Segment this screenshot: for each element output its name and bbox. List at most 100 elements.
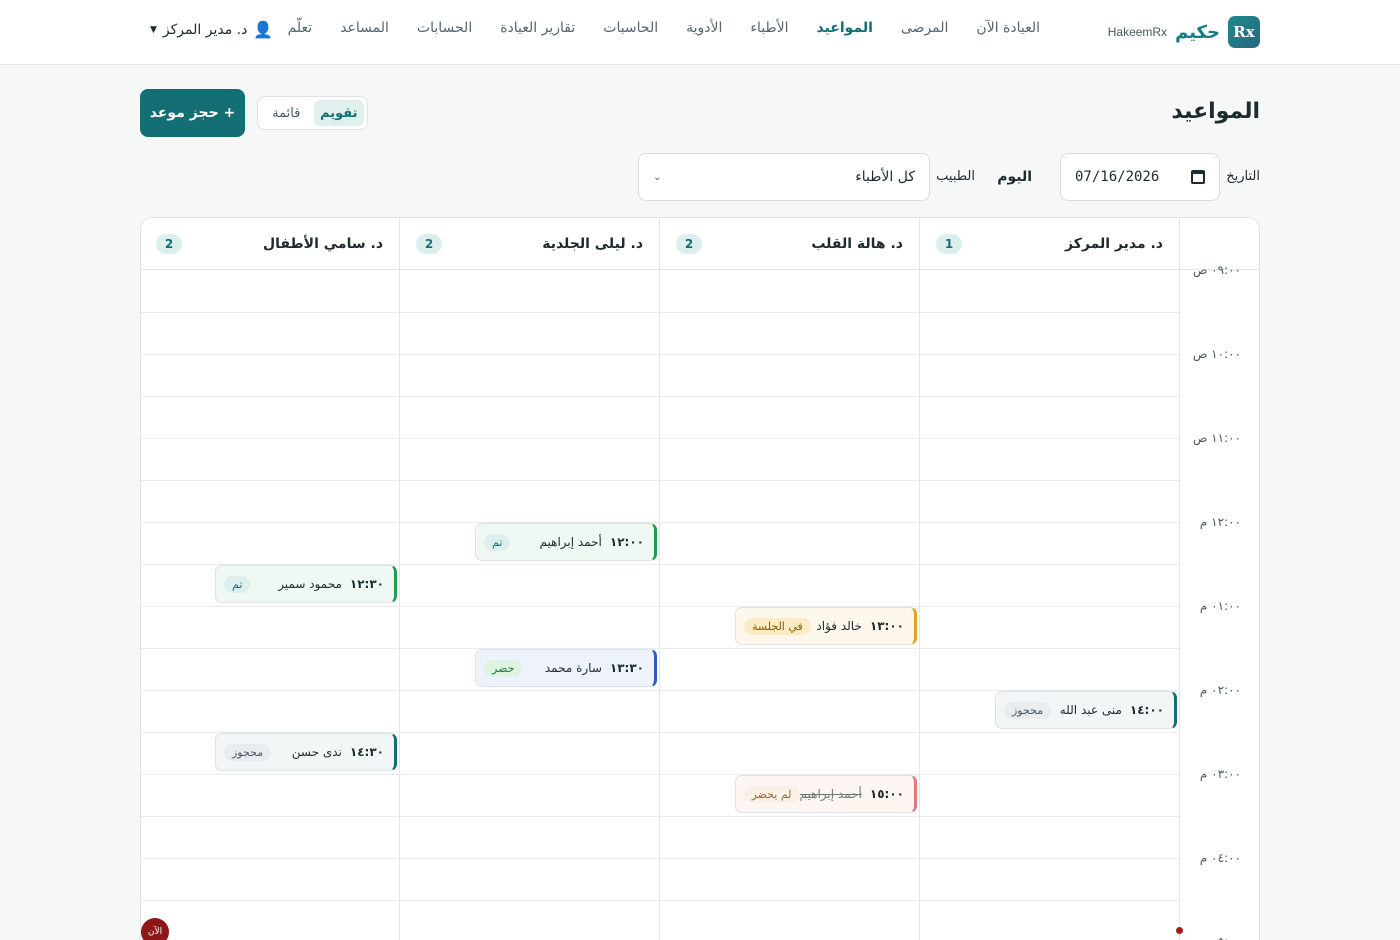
doctor-name: د. مدير المركز xyxy=(1065,235,1163,252)
appointment-time: ١٢:٣٠ xyxy=(349,577,384,591)
status-badge: لم يحضر xyxy=(743,785,800,803)
patient-name: أحمد إبراهيم xyxy=(539,535,602,549)
doctor-column-body[interactable] xyxy=(141,270,399,940)
appointment-card[interactable]: ١٢:٠٠ أحمد إبراهيم تم xyxy=(475,523,657,561)
doctor-name: د. سامي الأطفال xyxy=(263,235,383,252)
date-value: 07/16/2026 xyxy=(1075,169,1160,185)
top-bar: Rx حكيم HakeemRx العيادة الآن المرضى الموا… xyxy=(0,0,1400,65)
appointment-card[interactable]: ١٥:٠٠ أحمد إبراهيم لم يحضر xyxy=(735,775,917,813)
appointment-info: ١٣:٠٠ خالد فؤاد xyxy=(816,619,904,633)
time-label: ١٠:٠٠ ص xyxy=(1192,347,1241,361)
date-input[interactable]: 07/16/2026 xyxy=(1060,153,1220,201)
time-label: ٠١:٠٠ م xyxy=(1199,599,1241,613)
appointment-info: ١٤:٠٠ منى عبد الله xyxy=(1060,703,1164,717)
appointment-count-badge: 2 xyxy=(156,233,182,254)
appointment-time: ١٤:٠٠ xyxy=(1129,703,1164,717)
status-badge: تم xyxy=(484,533,511,551)
slot-line xyxy=(141,438,1181,439)
nav-item-1[interactable]: المرضى xyxy=(887,20,963,36)
doctor-name: د. ليلى الجلدية xyxy=(542,235,643,252)
slot-line xyxy=(141,858,1181,859)
now-indicator-label: الآن xyxy=(141,918,169,940)
nav-item-5[interactable]: الحاسبات xyxy=(589,20,672,36)
brand[interactable]: Rx حكيم HakeemRx xyxy=(1108,16,1260,48)
brand-name-en: HakeemRx xyxy=(1107,25,1168,39)
nav-item-6[interactable]: تقارير العيادة xyxy=(486,20,589,36)
nav-item-4[interactable]: الأدوية xyxy=(672,20,736,36)
patient-name: ندى حسن xyxy=(291,745,342,759)
calendar-grid: ٠٩:٠٠ ص ١٠:٠٠ ص ١١:٠٠ ص ١٢:٠٠ م ٠١:٠٠ م ٠٢:٠٠… xyxy=(140,217,1260,940)
slot-line xyxy=(141,480,1181,481)
slot-line xyxy=(141,816,1181,817)
caret-down-icon: ▼ xyxy=(150,24,157,35)
chevron-down-icon: ⌄ xyxy=(653,171,662,183)
view-calendar-button[interactable]: تقويم xyxy=(313,100,364,126)
appointment-time: ١٤:٣٠ xyxy=(349,745,384,759)
time-label: ١٢:٠٠ م xyxy=(1199,515,1241,529)
nav-item-3[interactable]: الأطباء xyxy=(736,20,802,36)
slot-line xyxy=(141,396,1181,397)
appointment-count-badge: 2 xyxy=(416,233,442,254)
appointment-info: ١٢:٠٠ أحمد إبراهيم xyxy=(540,535,644,549)
nav-item-7[interactable]: الحسابات xyxy=(403,20,486,36)
status-badge: حضر xyxy=(484,659,523,677)
view-toggle: تقويم قائمة xyxy=(257,96,368,130)
doctor-column-body[interactable] xyxy=(919,270,1179,940)
now-indicator-dot xyxy=(1176,927,1183,934)
slot-line xyxy=(141,900,1181,901)
date-label: التاريخ xyxy=(1226,169,1260,184)
slot-line xyxy=(141,312,1181,313)
today-button[interactable]: اليوم xyxy=(997,169,1032,185)
status-badge: في الجلسة xyxy=(744,617,811,635)
nav-item-2[interactable]: المواعيد xyxy=(803,20,887,36)
page-title: المواعيد xyxy=(1171,99,1260,124)
time-label: ٠٣:٠٠ م xyxy=(1199,767,1241,781)
nav-item-9[interactable]: تعلّم xyxy=(274,20,327,36)
appointment-time: ١٥:٠٠ xyxy=(869,787,904,801)
brand-name-ar: حكيم xyxy=(1175,21,1220,43)
time-label: ١١:٠٠ ص xyxy=(1192,431,1241,445)
user-menu[interactable]: 👤 د. مدير المركز ▼ xyxy=(150,20,273,39)
appointment-count-badge: 2 xyxy=(676,233,702,254)
status-badge: محجوز xyxy=(224,743,272,761)
nav-item-8[interactable]: المساعد xyxy=(326,20,403,36)
book-appointment-button[interactable]: + حجز موعد xyxy=(140,89,245,137)
slot-line xyxy=(141,354,1181,355)
patient-name: أحمد إبراهيم xyxy=(799,787,862,801)
appointment-card[interactable]: ١٢:٣٠ محمود سمير تم xyxy=(215,565,397,603)
appointment-card[interactable]: ١٤:٠٠ منى عبد الله محجوز xyxy=(995,691,1177,729)
doctor-column-body[interactable] xyxy=(399,270,659,940)
slot-line xyxy=(141,774,1181,775)
rx-logo-icon: Rx xyxy=(1228,16,1260,48)
slot-line xyxy=(141,648,1181,649)
doctor-column-header: د. هالة القلب 2 xyxy=(659,218,919,270)
appointment-count-badge: 1 xyxy=(936,233,962,254)
appointment-info: ١٣:٣٠ سارة محمد xyxy=(545,661,644,675)
main-nav: العيادة الآن المرضى المواعيد الأطباء الأدوية… xyxy=(274,20,1054,36)
patient-name: خالد فؤاد xyxy=(816,619,862,633)
doctor-select[interactable]: كل الأطباء ⌄ xyxy=(638,153,930,201)
appointment-info: ١٤:٣٠ ندى حسن xyxy=(292,745,384,759)
status-badge: تم xyxy=(224,575,251,593)
doctor-column-body[interactable] xyxy=(659,270,919,940)
appointment-time: ١٢:٠٠ xyxy=(609,535,644,549)
nav-item-0[interactable]: العيادة الآن xyxy=(962,20,1054,36)
patient-name: منى عبد الله xyxy=(1059,703,1122,717)
user-icon: 👤 xyxy=(253,20,274,39)
doctor-select-value: كل الأطباء xyxy=(855,169,915,185)
patient-name: سارة محمد xyxy=(544,661,602,675)
appointment-info: ١٢:٣٠ محمود سمير xyxy=(278,577,384,591)
time-label: ٠٤:٠٠ م xyxy=(1199,851,1241,865)
appointment-time: ١٣:٣٠ xyxy=(609,661,644,675)
view-list-button[interactable]: قائمة xyxy=(261,100,312,126)
time-gutter: ٠٩:٠٠ ص ١٠:٠٠ ص ١١:٠٠ ص ١٢:٠٠ م ٠١:٠٠ م ٠٢:٠٠… xyxy=(1179,218,1259,940)
slot-line xyxy=(141,522,1181,523)
time-label: ٠٥:٠٠ م xyxy=(1200,935,1241,940)
calendar-icon[interactable] xyxy=(1191,170,1205,184)
appointment-card[interactable]: ١٤:٣٠ ندى حسن محجوز xyxy=(215,733,397,771)
slot-line xyxy=(141,606,1181,607)
time-label: ٠٢:٠٠ م xyxy=(1199,683,1241,697)
appointment-card[interactable]: ١٣:٠٠ خالد فؤاد في الجلسة xyxy=(735,607,917,645)
status-badge: محجوز xyxy=(1004,701,1052,719)
appointment-card[interactable]: ١٣:٣٠ سارة محمد حضر xyxy=(475,649,657,687)
